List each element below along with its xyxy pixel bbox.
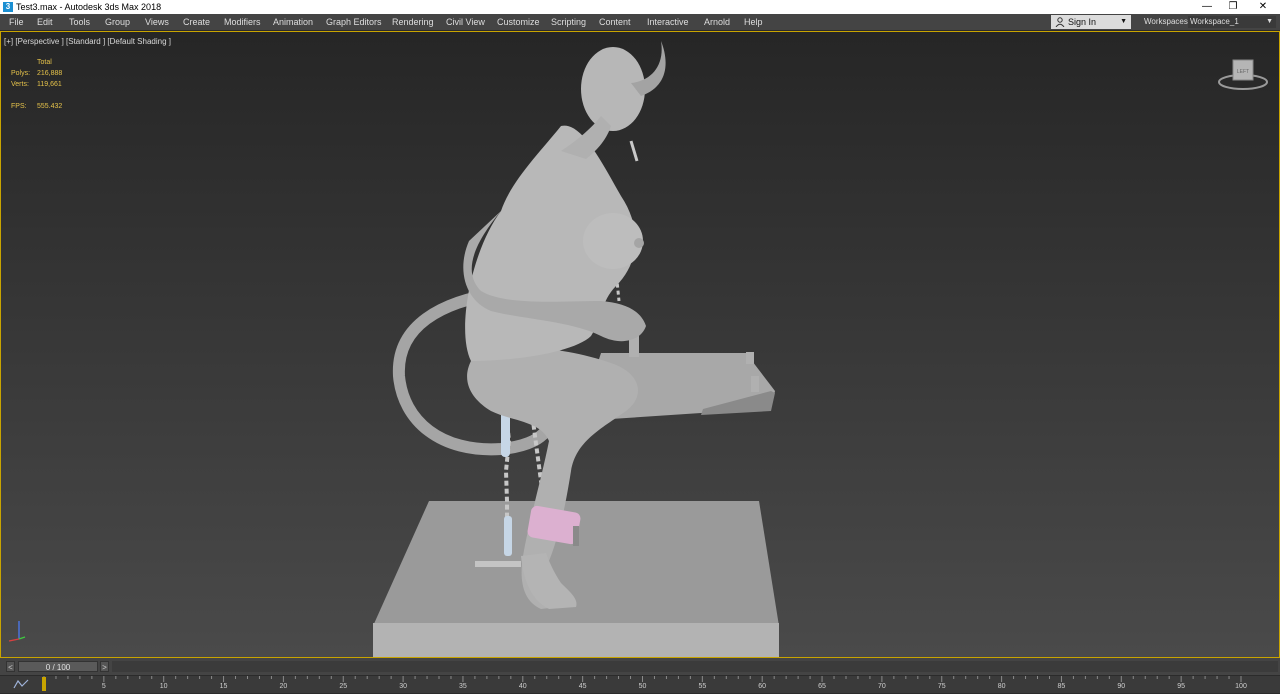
- tick-label: 75: [937, 683, 946, 690]
- verts-value: 119,661: [37, 81, 62, 88]
- tick-label: 55: [698, 683, 707, 690]
- verts-label: Verts:: [11, 81, 29, 88]
- tick-label: 35: [459, 683, 467, 690]
- cuff-blue: [501, 411, 510, 457]
- sign-in-label: Sign In: [1068, 17, 1097, 27]
- polys-label: Polys:: [11, 70, 31, 77]
- tick-label: 70: [877, 683, 886, 690]
- menu-group[interactable]: Group: [105, 14, 130, 30]
- axis-tripod-icon: [8, 621, 26, 642]
- viewcube-icon[interactable]: LEFT: [1213, 56, 1273, 96]
- tick-label: 80: [997, 683, 1006, 690]
- restore-icon[interactable]: ❐: [1218, 0, 1248, 14]
- stats-header: Total: [37, 59, 52, 66]
- tick-label: 90: [1117, 683, 1126, 690]
- tick-label: 85: [1057, 683, 1066, 690]
- fps-value: 555.432: [37, 103, 63, 110]
- workspace-select[interactable]: Workspace_1 ▼: [1188, 16, 1276, 28]
- workspaces-label: Workspaces:: [1144, 17, 1191, 26]
- track-bar[interactable]: 0510152025303540455055606570758085909510…: [0, 676, 1280, 693]
- time-slider: < 0 / 100 >: [0, 658, 1280, 675]
- tick-label: 40: [518, 683, 527, 690]
- menu-content[interactable]: Content: [599, 14, 631, 30]
- menu-help[interactable]: Help: [744, 14, 763, 30]
- perspective-viewport[interactable]: [+] [Perspective ] [Standard ] [Default …: [0, 31, 1280, 658]
- user-icon: [1055, 17, 1065, 27]
- tick-label: 45: [578, 683, 587, 690]
- workspace-value: Workspace_1: [1190, 17, 1239, 26]
- title-bar: 3 Test3.max - Autodesk 3ds Max 2018 — ❐ …: [0, 0, 1280, 14]
- menu-create[interactable]: Create: [183, 14, 210, 30]
- time-slider-thumb[interactable]: 0 / 100: [18, 661, 98, 672]
- menu-civil-view[interactable]: Civil View: [446, 14, 485, 30]
- menu-file[interactable]: File: [9, 14, 24, 30]
- menu-tools[interactable]: Tools: [69, 14, 90, 30]
- chevron-down-icon: ▼: [1266, 18, 1273, 25]
- tick-label: 95: [1177, 683, 1186, 690]
- tick-label: 30: [399, 683, 407, 690]
- close-icon[interactable]: ✕: [1248, 0, 1278, 14]
- menu-views[interactable]: Views: [145, 14, 169, 30]
- tick-label: 65: [818, 683, 826, 690]
- menu-scripting[interactable]: Scripting: [551, 14, 586, 30]
- tick-label: 5: [101, 683, 106, 690]
- scene-render: [373, 41, 779, 657]
- menu-rendering[interactable]: Rendering: [392, 14, 434, 30]
- polys-value: 216,888: [37, 70, 63, 77]
- menu-graph-editors[interactable]: Graph Editors: [326, 14, 382, 30]
- fps-label: FPS:: [11, 103, 27, 110]
- menu-modifiers[interactable]: Modifiers: [224, 14, 261, 30]
- viewport-label[interactable]: [+] [Perspective ] [Standard ] [Default …: [4, 37, 171, 46]
- tick-label: 60: [758, 683, 767, 690]
- tick-label: 20: [279, 683, 288, 690]
- menu-arnold[interactable]: Arnold: [704, 14, 730, 30]
- menu-animation[interactable]: Animation: [273, 14, 313, 30]
- pedestal-front: [373, 623, 779, 657]
- menu-interactive[interactable]: Interactive: [647, 14, 689, 30]
- viewcube-face-label: LEFT: [1237, 69, 1249, 75]
- tick-label: 100: [1235, 683, 1247, 690]
- time-slider-track[interactable]: [112, 661, 1278, 672]
- menu-customize[interactable]: Customize: [497, 14, 540, 30]
- tick-label: 25: [339, 683, 348, 690]
- window-title: Test3.max - Autodesk 3ds Max 2018: [16, 2, 162, 12]
- prev-frame-button[interactable]: <: [6, 661, 15, 672]
- menu-edit[interactable]: Edit: [37, 14, 53, 30]
- tick-label: 50: [638, 683, 647, 690]
- chevron-down-icon: ▼: [1120, 18, 1127, 25]
- current-frame-marker[interactable]: [42, 677, 46, 691]
- app-icon: 3: [3, 2, 13, 12]
- figure-head: [581, 47, 645, 131]
- sign-in-button[interactable]: Sign In ▼: [1051, 15, 1131, 29]
- tick-label: 10: [159, 683, 168, 690]
- tick-label: 15: [219, 683, 228, 690]
- next-frame-button[interactable]: >: [100, 661, 109, 672]
